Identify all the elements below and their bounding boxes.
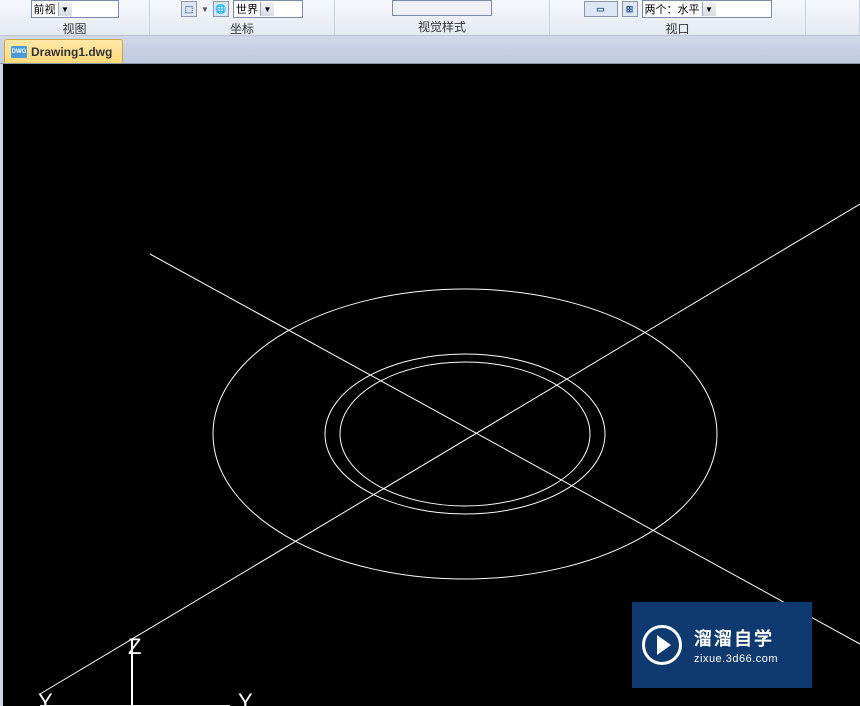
axis-label-y-right: Y (238, 689, 253, 706)
chevron-down-icon[interactable]: ▼ (201, 5, 209, 14)
chevron-down-icon: ▼ (260, 2, 274, 16)
ellipse-outer (213, 289, 717, 579)
ribbon-panel-visualstyle: 视觉样式 (335, 0, 550, 35)
chevron-down-icon: ▼ (58, 2, 72, 16)
visualstyle-dropdown[interactable] (392, 0, 492, 16)
ellipse-middle (325, 354, 605, 514)
coords-dropdown-value: 世界 (236, 1, 258, 17)
left-panel-edge (0, 64, 3, 706)
view-dropdown-value: 前视 (34, 1, 56, 17)
ellipse-inner (340, 362, 590, 506)
ucs-icon[interactable]: ⬚ (181, 1, 197, 17)
viewport-dropdown-value: 两个：水平 (645, 1, 700, 17)
viewport-icon[interactable]: ▭ (584, 1, 618, 17)
view-dropdown[interactable]: 前视 ▼ (31, 0, 119, 18)
file-tab-label: Drawing1.dwg (31, 45, 112, 59)
viewport-dropdown[interactable]: 两个：水平 ▼ (642, 0, 772, 18)
panel-label-view: 视图 (62, 18, 86, 37)
diagonal-line-1 (150, 254, 860, 644)
watermark-text: 溜溜自学 zixue.3d66.com (694, 625, 778, 665)
chevron-down-icon: ▼ (702, 2, 716, 16)
watermark-badge: 溜溜自学 zixue.3d66.com (632, 602, 812, 688)
file-tab-bar: DWG Drawing1.dwg (0, 36, 860, 64)
play-triangle-icon (657, 635, 671, 655)
panel-label-coords: 坐标 (230, 18, 254, 37)
world-icon[interactable]: 🌐 (213, 1, 229, 17)
play-circle-icon (642, 625, 682, 665)
panel-label-visualstyle: 视觉样式 (418, 16, 466, 35)
dwg-file-icon: DWG (11, 46, 27, 58)
ribbon-panel-viewport: ▭ ⊞ 两个：水平 ▼ 视口 (550, 0, 806, 35)
watermark-url: zixue.3d66.com (694, 653, 778, 665)
ribbon-toolbar: 前视 ▼ 视图 ⬚ ▼ 🌐 世界 ▼ 坐标 视觉样式 ▭ ⊞ (0, 0, 860, 36)
ribbon-panel-view: 前视 ▼ 视图 (0, 0, 150, 35)
coords-dropdown[interactable]: 世界 ▼ (233, 0, 303, 18)
ribbon-panel-extra (806, 0, 860, 35)
file-tab-drawing1[interactable]: DWG Drawing1.dwg (4, 39, 123, 63)
axis-label-z: Z (128, 634, 141, 660)
viewport-split-icon[interactable]: ⊞ (622, 1, 638, 17)
drawing-canvas[interactable]: Z Y Y 溜溜自学 zixue.3d66.com (0, 64, 860, 706)
watermark-title: 溜溜自学 (694, 625, 778, 651)
panel-label-viewport: 视口 (665, 18, 689, 37)
ribbon-panel-coords: ⬚ ▼ 🌐 世界 ▼ 坐标 (150, 0, 335, 35)
axis-label-y-left: Y (38, 689, 53, 706)
